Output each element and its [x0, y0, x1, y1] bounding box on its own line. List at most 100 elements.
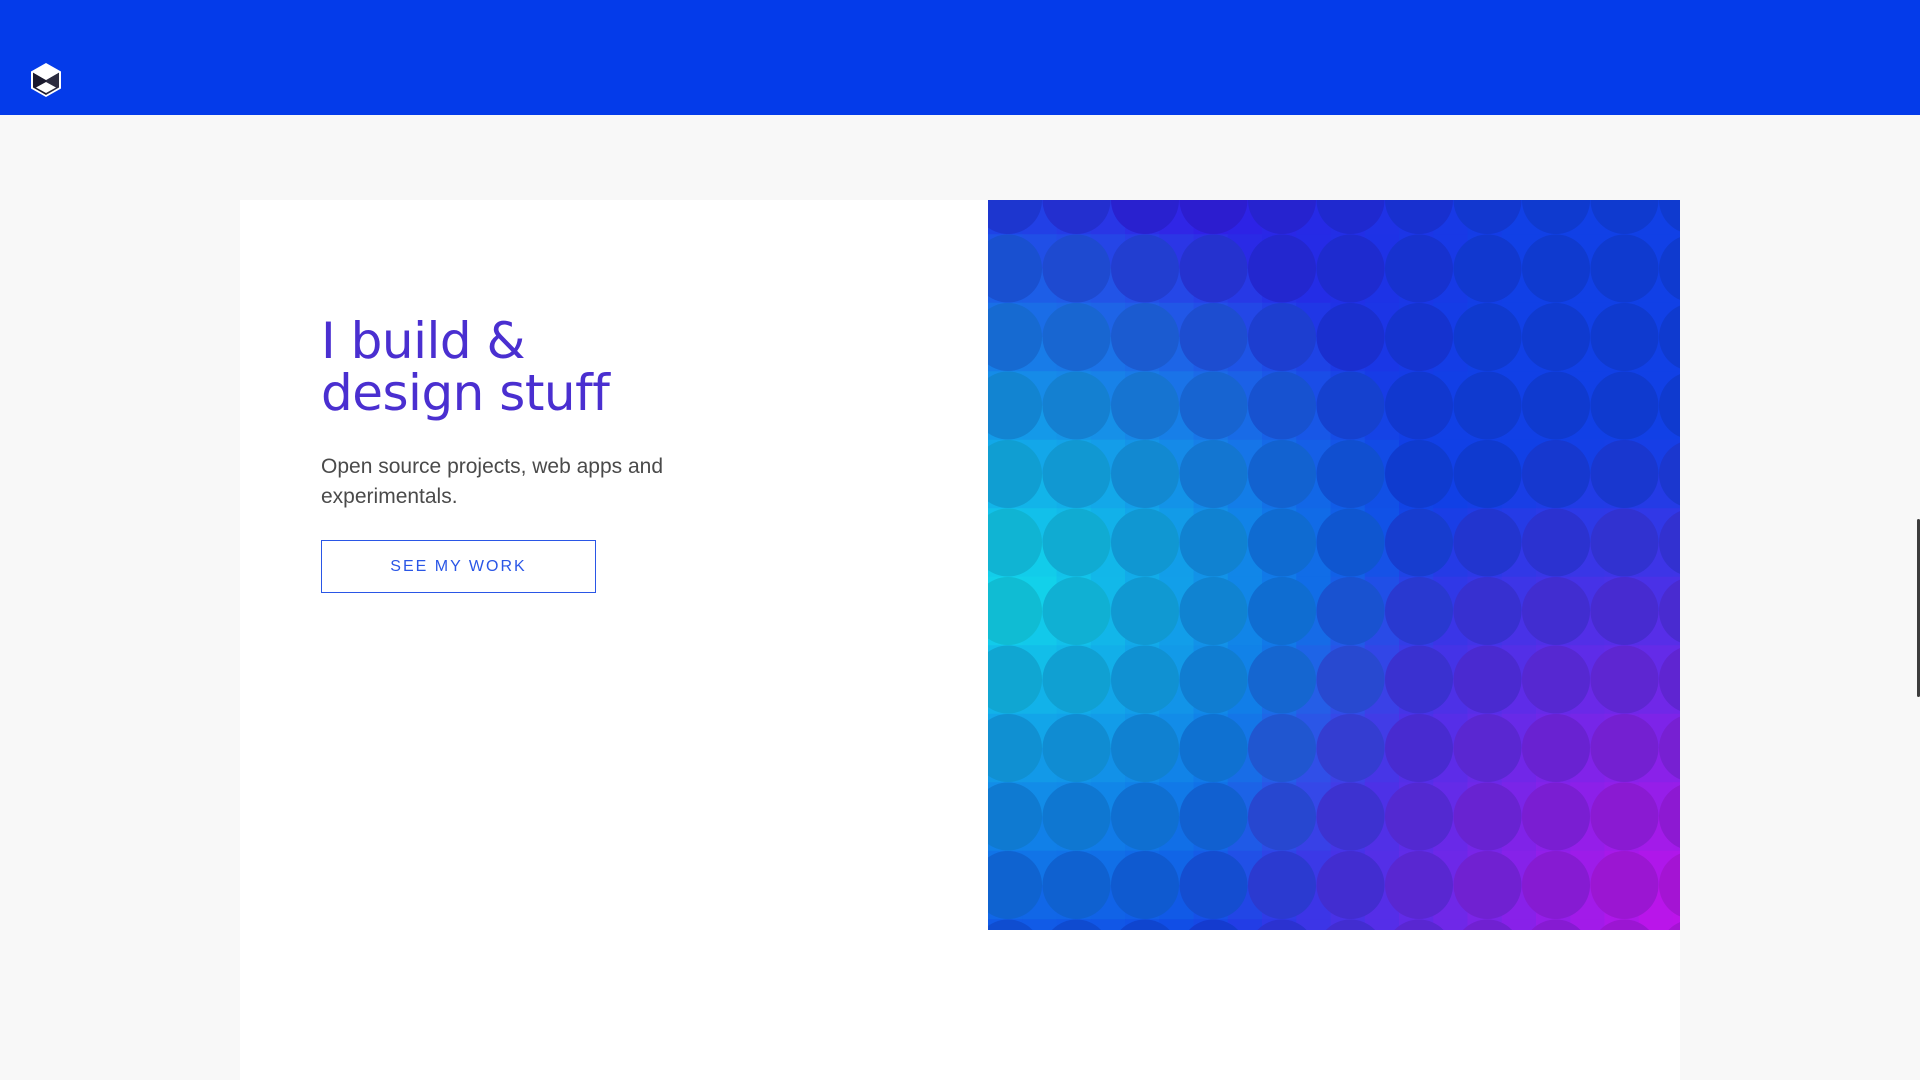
artwork-circle: [1590, 303, 1659, 371]
artwork-circle: [1042, 851, 1111, 919]
artwork-circle: [1042, 714, 1111, 782]
artwork-circle: [1385, 714, 1453, 782]
artwork-circle: [1248, 440, 1316, 508]
artwork-circle: [1590, 371, 1659, 440]
artwork-circle: [1453, 851, 1522, 919]
artwork-circle: [1248, 234, 1316, 303]
artwork-circle: [1385, 234, 1453, 303]
artwork-circle: [1179, 851, 1248, 919]
artwork-circle: [1111, 645, 1179, 714]
artwork-circle: [1248, 851, 1316, 919]
artwork-circle: [1179, 234, 1248, 303]
artwork-circle: [1248, 508, 1316, 577]
artwork-circle: [1522, 440, 1590, 508]
artwork-circle: [1316, 371, 1385, 440]
artwork-circle: [1590, 234, 1659, 303]
artwork-circle: [1316, 782, 1385, 851]
artwork-circle: [1316, 440, 1385, 508]
artwork-circle: [1042, 303, 1111, 371]
artwork-circle: [1590, 645, 1659, 714]
artwork-circle: [1111, 851, 1179, 919]
artwork-circle: [1385, 371, 1453, 440]
artwork-circle: [1316, 577, 1385, 645]
artwork-circle: [1179, 303, 1248, 371]
artwork-circle: [1042, 234, 1111, 303]
artwork-circle: [1179, 440, 1248, 508]
artwork-circle: [1453, 440, 1522, 508]
artwork-circle: [1248, 782, 1316, 851]
artwork-circle: [1590, 782, 1659, 851]
artwork-circle: [1453, 371, 1522, 440]
artwork-circle: [1111, 234, 1179, 303]
hero-subtitle: Open source projects, web apps and exper…: [321, 455, 664, 508]
artwork-circle: [1453, 782, 1522, 851]
artwork-circle: [1316, 714, 1385, 782]
artwork-circle: [1522, 645, 1590, 714]
artwork-circle: [1111, 440, 1179, 508]
hero-card: I build & design stuff Open source proje…: [240, 200, 1680, 1080]
artwork-circle: [1316, 508, 1385, 577]
artwork-circle: [1522, 851, 1590, 919]
artwork-circle: [1522, 577, 1590, 645]
see-my-work-button[interactable]: SEE MY WORK: [321, 540, 596, 593]
artwork-circle: [1042, 508, 1111, 577]
artwork-circle: [1453, 577, 1522, 645]
artwork-circle: [1316, 303, 1385, 371]
artwork-circle: [1522, 303, 1590, 371]
artwork-circle: [1385, 782, 1453, 851]
artwork-circle: [1248, 714, 1316, 782]
artwork-circle: [1385, 577, 1453, 645]
circle-grid-gradient-art: [988, 200, 1680, 930]
artwork-circle: [1248, 577, 1316, 645]
artwork-circle: [1385, 645, 1453, 714]
artwork-circle: [1522, 371, 1590, 440]
artwork-circle: [1111, 782, 1179, 851]
artwork-circle: [1248, 645, 1316, 714]
artwork-circle: [1316, 645, 1385, 714]
artwork-circle: [1453, 645, 1522, 714]
artwork-circle: [1248, 303, 1316, 371]
artwork-circle: [1179, 371, 1248, 440]
hero-title-line-2: design stuff: [321, 364, 610, 422]
artwork-circle: [1590, 508, 1659, 577]
artwork-circle: [1316, 234, 1385, 303]
artwork-circle: [1248, 371, 1316, 440]
artwork-circle: [1179, 714, 1248, 782]
artwork-circle: [1522, 234, 1590, 303]
artwork-circle: [1522, 714, 1590, 782]
artwork-circle: [1453, 303, 1522, 371]
artwork-circle: [1385, 440, 1453, 508]
artwork-circle: [1316, 851, 1385, 919]
top-navigation-bar: [0, 0, 1920, 115]
gradient-circle-artwork: [988, 200, 1680, 930]
artwork-circle: [1590, 440, 1659, 508]
artwork-circle: [1179, 782, 1248, 851]
artwork-circle: [1453, 234, 1522, 303]
artwork-circle: [1385, 851, 1453, 919]
artwork-circle: [1179, 577, 1248, 645]
artwork-circle: [1590, 714, 1659, 782]
artwork-circle: [1111, 577, 1179, 645]
hero-title: I build & design stuff: [321, 315, 841, 419]
artwork-circle: [1111, 508, 1179, 577]
artwork-circle: [1111, 714, 1179, 782]
artwork-circle: [1522, 508, 1590, 577]
hexagon-cube-logo-icon[interactable]: [27, 61, 65, 99]
hero-title-line-1: I build &: [321, 312, 525, 370]
artwork-circle: [1042, 371, 1111, 440]
artwork-circle: [1179, 508, 1248, 577]
artwork-circle: [1385, 303, 1453, 371]
artwork-circle: [1590, 577, 1659, 645]
artwork-circle: [1042, 782, 1111, 851]
artwork-circle: [1590, 851, 1659, 919]
artwork-circle: [1111, 303, 1179, 371]
artwork-circle: [1453, 714, 1522, 782]
artwork-circle: [1042, 440, 1111, 508]
artwork-circle: [1111, 371, 1179, 440]
artwork-circle: [1042, 577, 1111, 645]
artwork-circle: [1179, 645, 1248, 714]
artwork-circle: [1385, 508, 1453, 577]
artwork-circle: [1042, 645, 1111, 714]
artwork-circle: [1453, 508, 1522, 577]
artwork-circle: [1522, 782, 1590, 851]
